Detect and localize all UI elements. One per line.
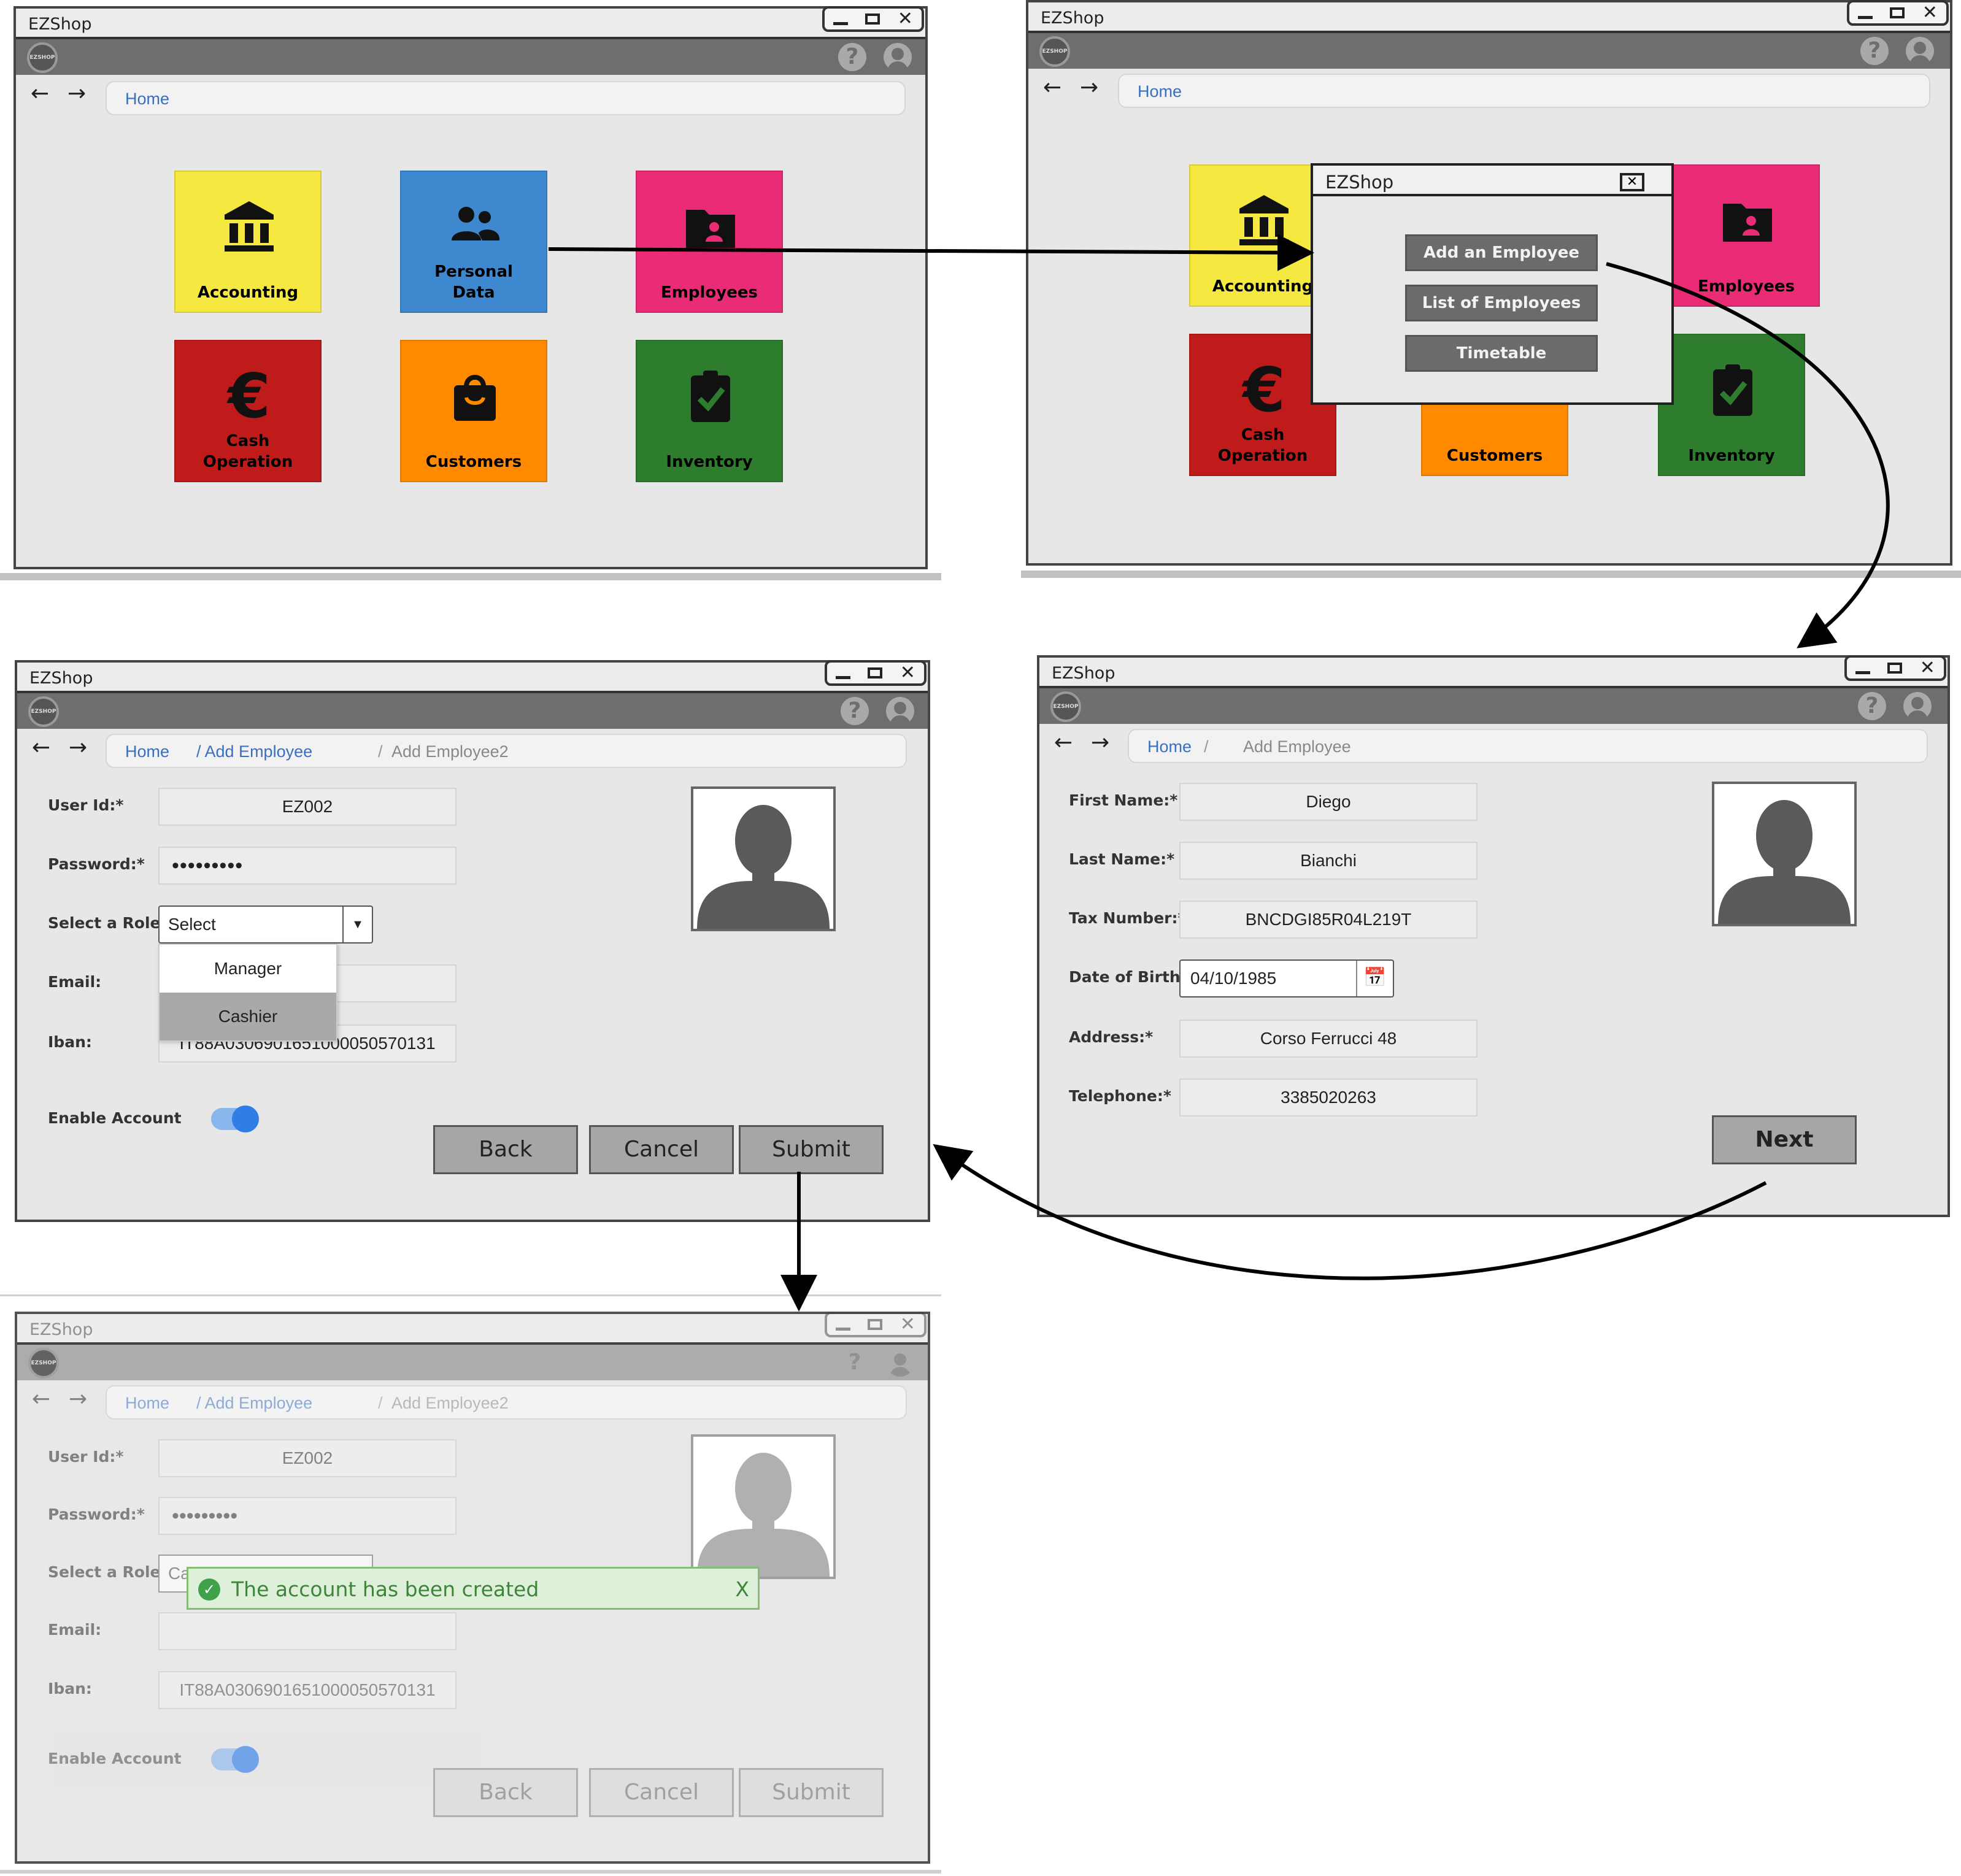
arrow-next-to-add-employee2 xyxy=(933,1144,1767,1280)
arrow-personal-data-to-menu xyxy=(548,234,1314,271)
flow-arrows xyxy=(548,234,1890,1312)
arrow-menu-to-add-employee xyxy=(1606,262,1890,648)
